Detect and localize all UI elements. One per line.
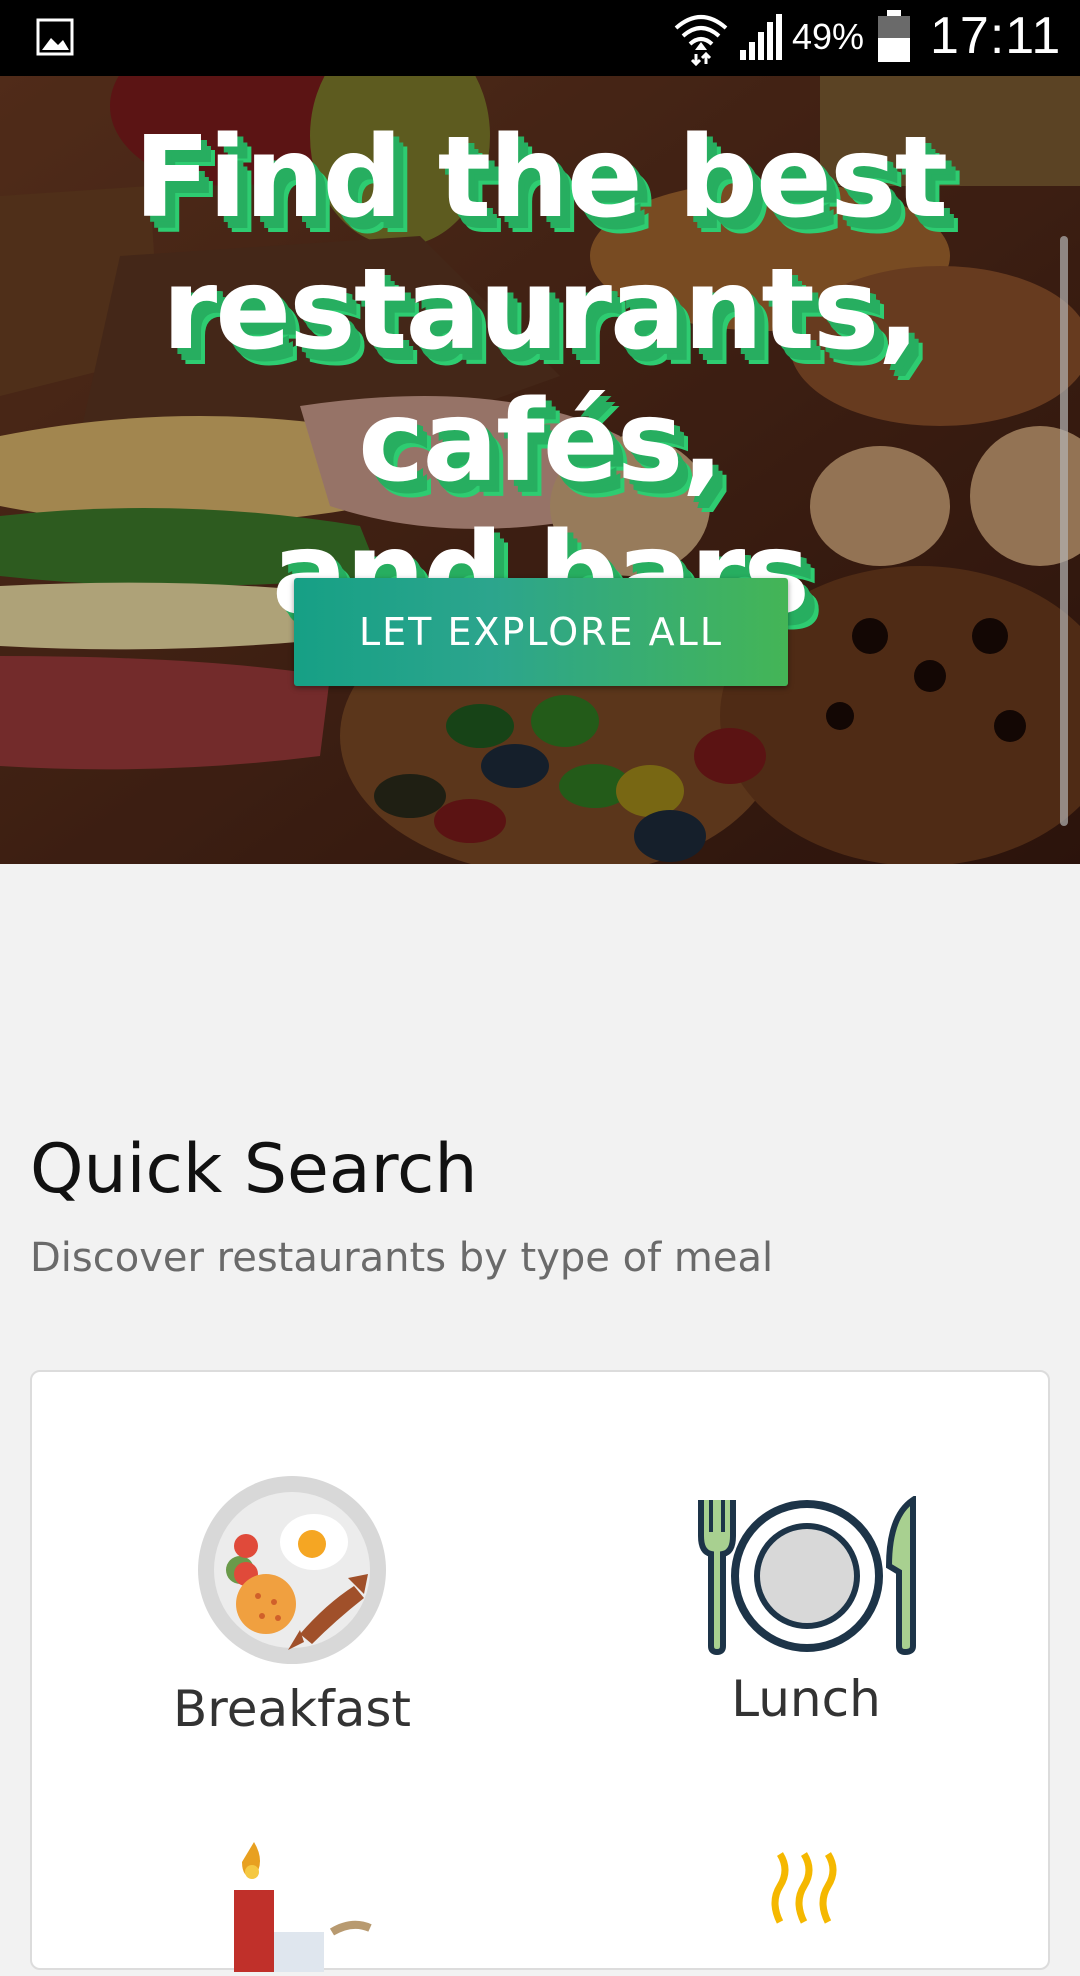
hero-title: Find the best restaurants, cafés, and ba…	[0, 112, 1080, 640]
signal-icon	[740, 14, 782, 60]
quick-search-title: Quick Search	[30, 1130, 478, 1209]
meal-option-lunch[interactable]: Lunch	[656, 1494, 956, 1728]
explore-all-button[interactable]: LET EXPLORE ALL	[294, 578, 788, 686]
hero-title-line-2: restaurants, cafés,	[161, 245, 920, 507]
clock: 17:11	[930, 7, 1062, 65]
steam-icon	[771, 1852, 837, 1924]
quick-search-subtitle: Discover restaurants by type of meal	[30, 1235, 774, 1281]
meal-option-coffee[interactable]	[736, 1842, 876, 1936]
breakfast-plate-icon	[198, 1476, 386, 1664]
plate-fork-knife-icon	[698, 1494, 916, 1656]
scrollbar[interactable]	[1060, 236, 1068, 826]
battery-percent: 49%	[792, 16, 865, 57]
meal-option-dinner[interactable]	[192, 1842, 392, 1976]
status-bar: 49% 17:11	[0, 0, 1080, 76]
gallery-icon	[36, 18, 74, 56]
candle-icon	[234, 1842, 372, 1976]
hero-title-line-1: Find the best	[133, 113, 948, 243]
battery-icon	[878, 10, 910, 62]
meal-option-breakfast[interactable]: Breakfast	[142, 1474, 442, 1738]
hero-banner: Find the best restaurants, cafés, and ba…	[0, 76, 1080, 864]
meal-type-card: Breakfast Lunch	[30, 1370, 1050, 1976]
meal-label-breakfast: Breakfast	[172, 1680, 411, 1738]
wifi-icon	[674, 15, 728, 66]
meal-label-lunch: Lunch	[731, 1670, 881, 1728]
